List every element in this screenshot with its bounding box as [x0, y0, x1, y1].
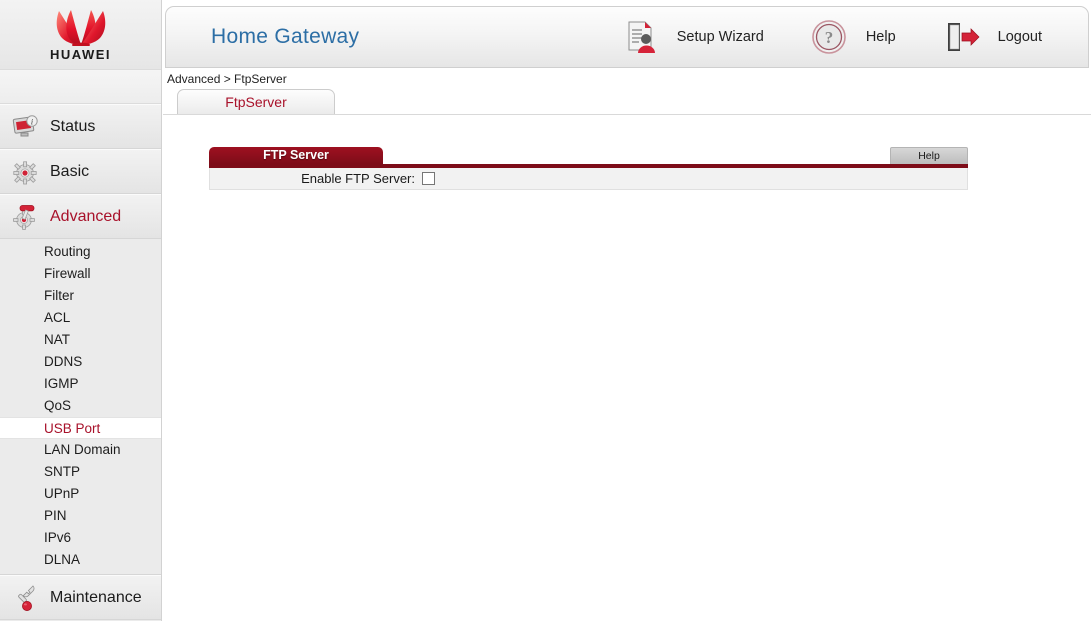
door-exit-arrow-icon — [942, 18, 980, 56]
setup-wizard-button[interactable]: Setup Wizard — [621, 18, 802, 56]
sidebar-subitem-ipv6[interactable]: IPv6 — [0, 527, 161, 549]
sidebar-spacer — [0, 70, 161, 104]
question-circle-icon: ? — [810, 18, 848, 56]
sidebar-subitem-dlna[interactable]: DLNA — [0, 549, 161, 571]
panel-header: FTP Server Help — [209, 147, 968, 164]
help-label: Help — [865, 29, 896, 45]
wrench-icon — [12, 584, 40, 612]
tab-bar: FtpServer — [163, 89, 1091, 115]
setup-wizard-label: Setup Wizard — [676, 29, 764, 45]
svg-text:i: i — [31, 117, 33, 126]
sidebar-subitem-pin[interactable]: PIN — [0, 505, 161, 527]
sidebar-subitem-routing[interactable]: Routing — [0, 241, 161, 263]
sidebar-subitem-firewall[interactable]: Firewall — [0, 263, 161, 285]
sidebar-item-basic[interactable]: Basic — [0, 149, 161, 194]
sidebar-subitem-ddns[interactable]: DDNS — [0, 351, 161, 373]
sidebar-item-label: Basic — [50, 162, 90, 180]
brand-name: HUAWEI — [50, 46, 111, 62]
sidebar-item-status[interactable]: i Status — [0, 104, 161, 149]
logout-label: Logout — [997, 29, 1042, 45]
huawei-flower-logo — [56, 9, 105, 46]
sidebar-submenu-advanced: Routing Firewall Filter ACL NAT DDNS IGM… — [0, 239, 161, 575]
sidebar-item-label: Advanced — [50, 207, 122, 225]
header-actions: Setup Wizard ? Help Logout — [621, 7, 1088, 67]
sidebar: HUAWEI i Status Basic Advanced Routing F… — [0, 0, 162, 621]
tab-underline — [163, 114, 1091, 115]
main-content: Home Gateway Setup Wizard ? Help Logout … — [163, 0, 1091, 621]
monitor-info-icon: i — [12, 113, 40, 141]
sidebar-subitem-igmp[interactable]: IGMP — [0, 373, 161, 395]
sidebar-subitem-usb-port[interactable]: USB Port — [0, 417, 161, 439]
sidebar-subitem-lan-domain[interactable]: LAN Domain — [0, 439, 161, 461]
svg-text:?: ? — [825, 28, 834, 47]
app-header: Home Gateway Setup Wizard ? Help Logout — [165, 6, 1089, 68]
brand-logo: HUAWEI — [0, 0, 161, 70]
logout-button[interactable]: Logout — [942, 18, 1080, 56]
sidebar-subitem-filter[interactable]: Filter — [0, 285, 161, 307]
sidebar-subitem-qos[interactable]: QoS — [0, 395, 161, 417]
tab-ftpserver[interactable]: FtpServer — [177, 89, 335, 115]
sidebar-item-label: Maintenance — [50, 588, 142, 606]
enable-ftp-server-checkbox[interactable] — [422, 172, 435, 185]
panel-help-button[interactable]: Help — [890, 147, 968, 164]
document-user-icon — [621, 18, 659, 56]
sidebar-subitem-sntp[interactable]: SNTP — [0, 461, 161, 483]
gear-icon — [12, 158, 40, 186]
ftp-server-panel: FTP Server Help Enable FTP Server: — [209, 147, 968, 190]
panel-body: Enable FTP Server: — [209, 168, 968, 190]
enable-ftp-server-label: Enable FTP Server: — [301, 171, 415, 186]
breadcrumb: Advanced > FtpServer — [167, 72, 287, 86]
sidebar-subitem-upnp[interactable]: UPnP — [0, 483, 161, 505]
sidebar-subitem-nat[interactable]: NAT — [0, 329, 161, 351]
sidebar-item-label: Status — [50, 117, 96, 135]
sidebar-item-maintenance[interactable]: Maintenance — [0, 575, 161, 620]
sidebar-subitem-acl[interactable]: ACL — [0, 307, 161, 329]
gear-tool-icon — [12, 203, 40, 231]
panel-title: FTP Server — [209, 147, 383, 164]
sidebar-item-advanced[interactable]: Advanced — [0, 194, 161, 239]
page-title: Home Gateway — [211, 25, 360, 48]
help-button[interactable]: ? Help — [810, 18, 934, 56]
